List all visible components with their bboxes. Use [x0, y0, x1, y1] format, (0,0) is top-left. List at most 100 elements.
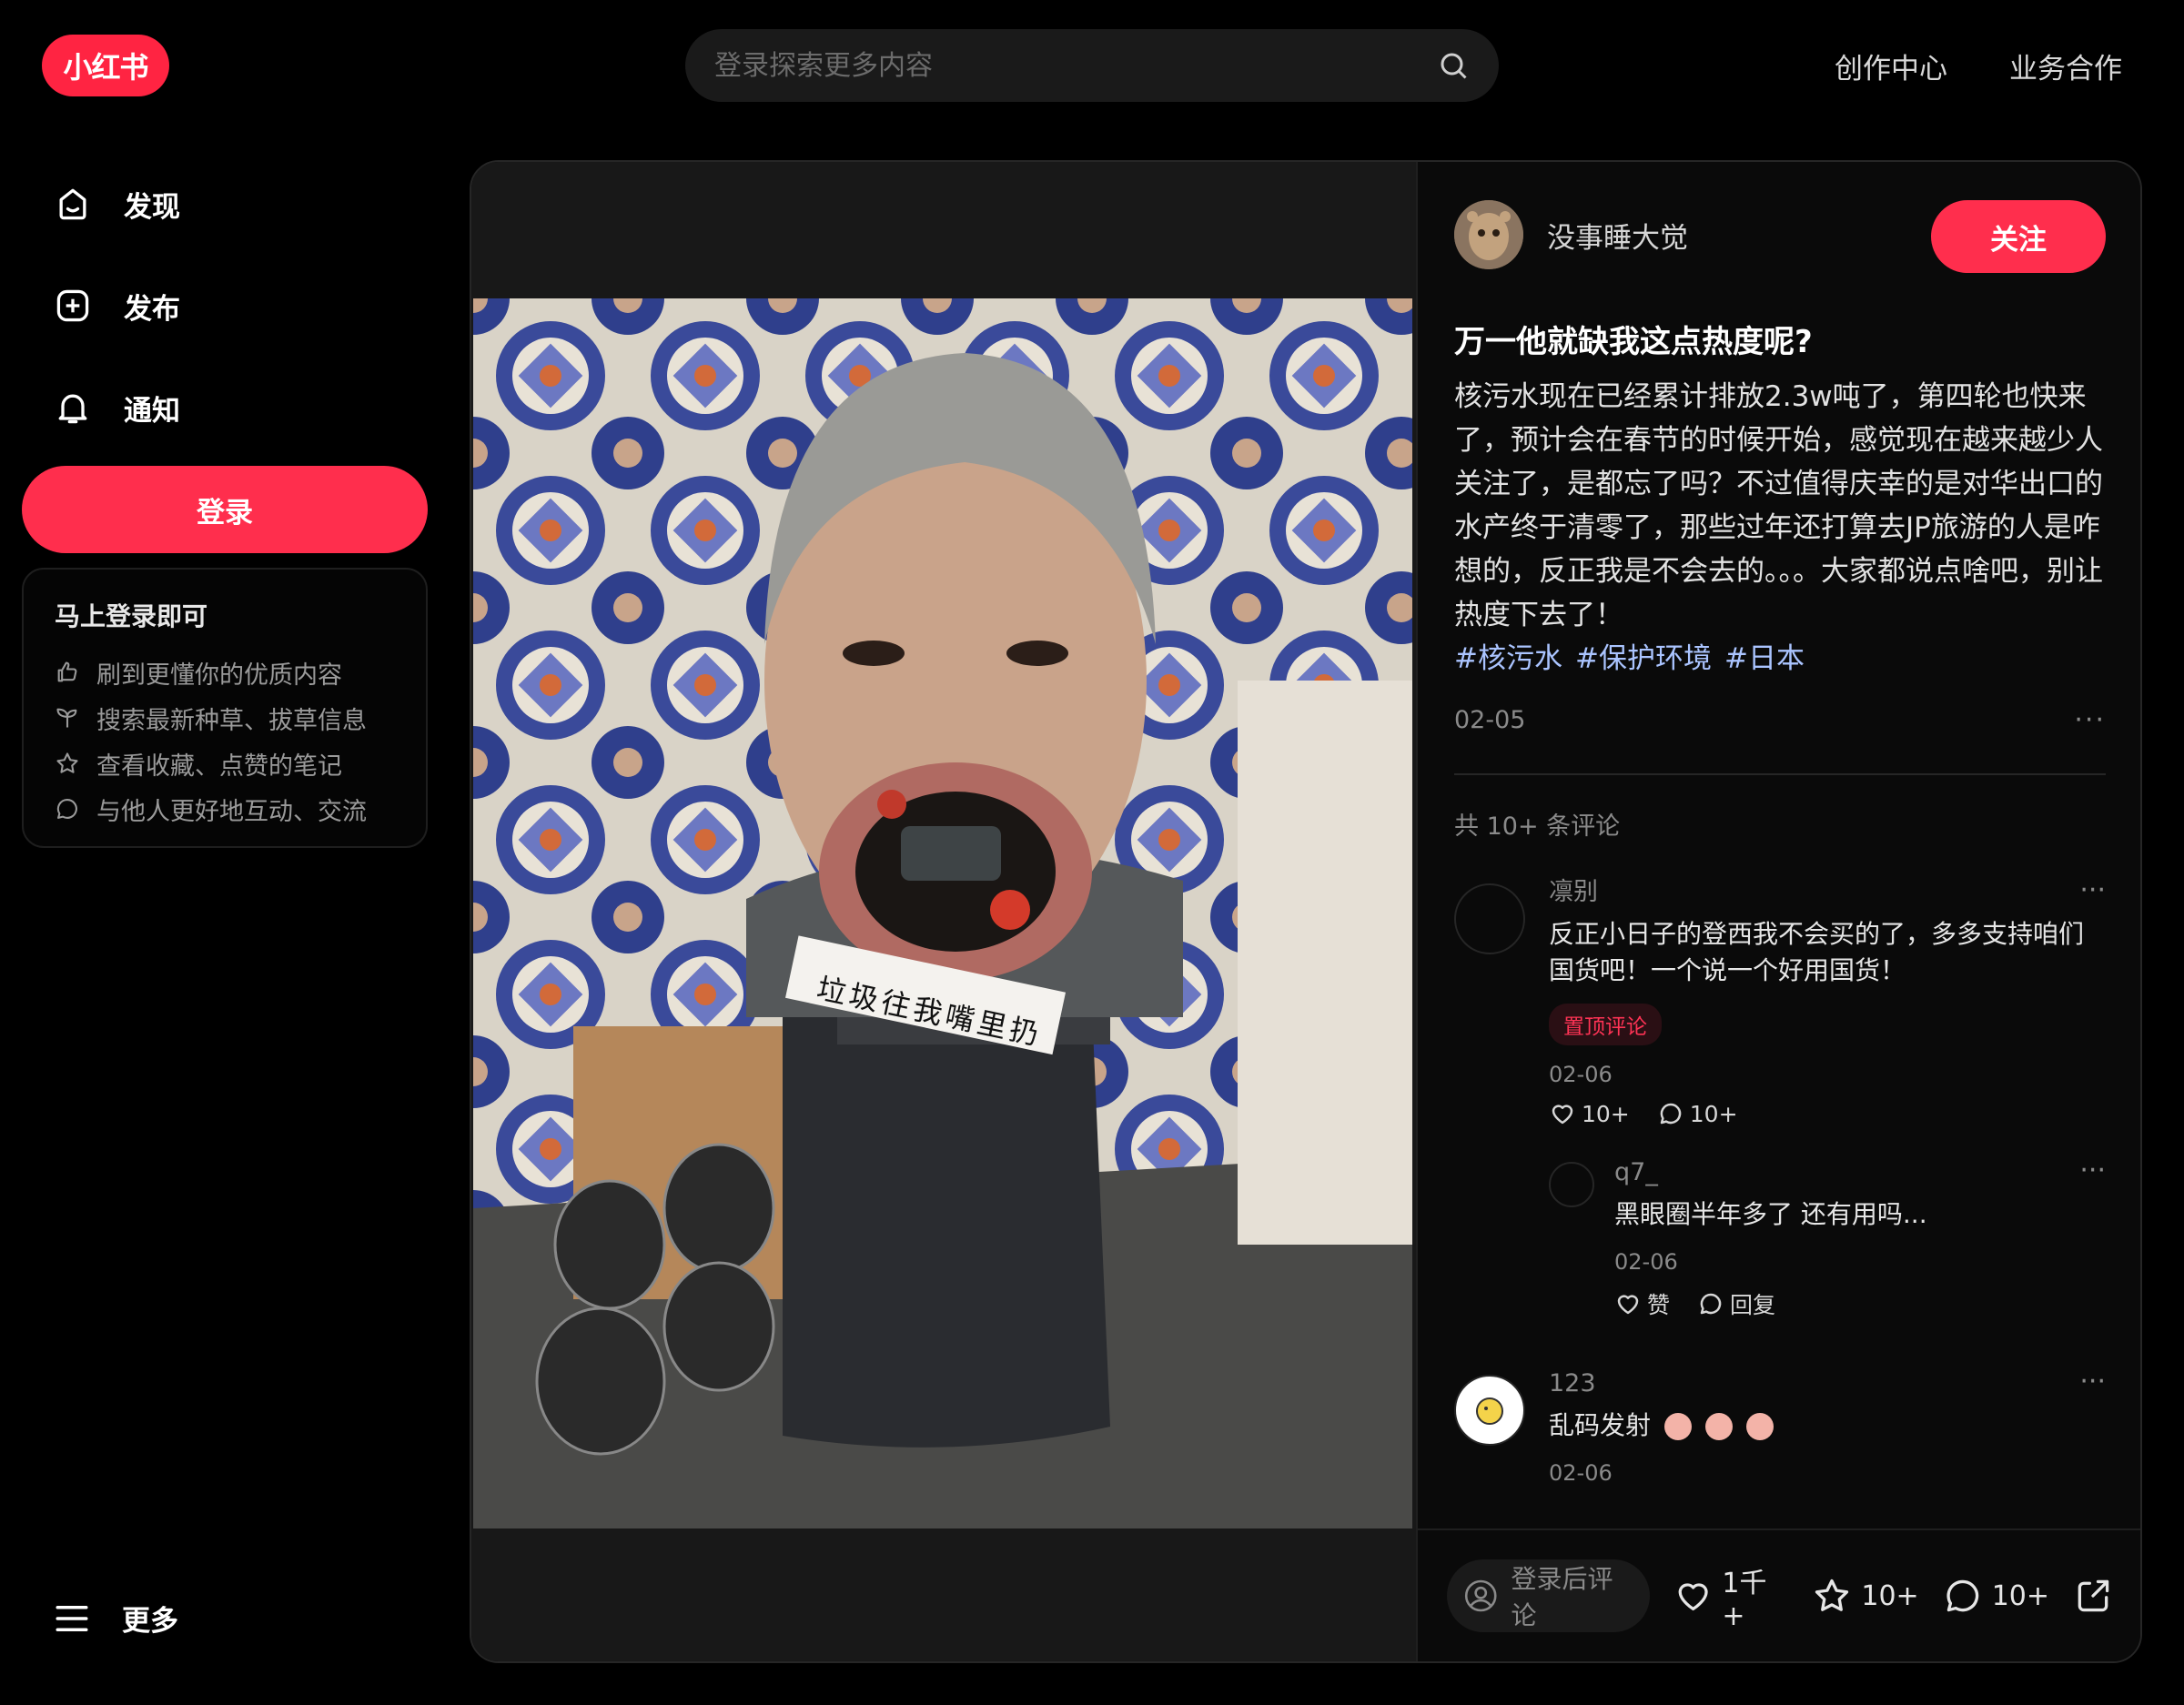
promo-title: 马上登录即可	[55, 601, 208, 631]
chat-bubble-icon	[1946, 1579, 1978, 1612]
reply-date: 02-06	[1614, 1249, 1678, 1275]
note-content-scroll[interactable]: 万一他就缺我这点热度呢? 核污水现在已经累计排放2.3w吨了，第四轮也快来了，预…	[1418, 308, 2140, 1525]
avatar[interactable]	[1549, 1162, 1594, 1207]
user-icon	[1464, 1579, 1497, 1612]
comment-date: 02-06	[1549, 1062, 1613, 1087]
chat-bubble-icon	[1700, 1293, 1722, 1315]
reply-text: 黑眼圈半年多了 还有用吗...	[1614, 1199, 1927, 1229]
more-label: 更多	[122, 1605, 178, 1638]
more-options-icon[interactable]: ···	[2079, 1155, 2106, 1186]
more-options-icon[interactable]: ···	[2079, 1366, 2106, 1397]
note-date: 02-05	[1454, 705, 1526, 734]
note-title: 万一他就缺我这点热度呢?	[1454, 324, 1813, 360]
collect-button[interactable]: 10+	[1812, 1576, 1919, 1616]
reply-item: q7_ ··· 黑眼圈半年多了 还有用吗... 02-06 赞 回复	[1549, 1155, 2106, 1320]
comment-text-body: 乱码发射	[1549, 1410, 1652, 1440]
author-info[interactable]: 没事睡大觉	[1454, 200, 1688, 269]
sidebar-more[interactable]: 更多	[53, 1598, 178, 1639]
plus-square-icon	[56, 289, 89, 322]
promo-item: 与他人更好地互动、交流	[55, 786, 395, 832]
comment-item: 123 ··· 乱码发射 02-06	[1454, 1366, 2106, 1486]
like-button[interactable]: 1千+	[1673, 1560, 1788, 1632]
note-detail-card: 垃圾往我嘴里扔 没事睡大觉 关注 万一他就缺我这点热度呢? 核污水现在已经累计排…	[470, 160, 2142, 1663]
search-bar[interactable]	[685, 29, 1499, 102]
share-icon	[2078, 1579, 2109, 1612]
reply-label: 回复	[1730, 1292, 1776, 1318]
more-options-icon[interactable]: ···	[2079, 874, 2106, 906]
comment-date: 02-06	[1549, 1460, 1613, 1486]
login-promo-card: 马上登录即可 刷到更懂你的优质内容 搜索最新种草、拔草信息 查看收藏、点赞的笔记…	[22, 568, 428, 848]
avatar[interactable]	[1454, 200, 1523, 269]
comment-count-bottom: 10+	[1991, 1579, 2049, 1612]
reply-actions: 赞 回复	[1614, 1287, 2106, 1320]
avatar[interactable]	[1454, 1375, 1525, 1446]
creator-center-link[interactable]: 创作中心	[1835, 45, 1947, 86]
reply-author[interactable]: q7_	[1614, 1155, 2106, 1191]
heart-icon	[1552, 1105, 1573, 1125]
sidebar-item-notifications[interactable]: 通知	[53, 380, 180, 435]
tag-link[interactable]: #保护环境	[1575, 642, 1712, 675]
comment-count: 共 10+ 条评论	[1454, 812, 1621, 841]
note-panel: 没事睡大觉 关注 万一他就缺我这点热度呢? 核污水现在已经累计排放2.3w吨了，…	[1416, 162, 2140, 1661]
star-icon	[56, 752, 78, 773]
like-count: 1千+	[1722, 1567, 1767, 1632]
reply-count: 10+	[1689, 1100, 1738, 1127]
like-label: 赞	[1647, 1292, 1671, 1318]
engagement-bar: 登录后评论 1千+ 10+ 10+	[1418, 1528, 2140, 1661]
note-media: 垃圾往我嘴里扔	[471, 162, 1416, 1661]
search-icon[interactable]	[1437, 49, 1470, 82]
thumbs-up-icon	[57, 661, 77, 682]
sidebar-item-label: 发现	[124, 190, 180, 224]
star-icon	[1815, 1579, 1849, 1611]
reply-button[interactable]: 回复	[1697, 1287, 1775, 1320]
comment-button[interactable]: 10+	[1943, 1576, 2049, 1616]
promo-text: 搜索最新种草、拔草信息	[96, 706, 367, 735]
logo[interactable]: 小红书	[42, 35, 169, 96]
reply-button[interactable]: 10+	[1657, 1100, 1738, 1127]
sidebar-item-label: 通知	[124, 394, 180, 428]
like-count: 10+	[1582, 1100, 1630, 1127]
business-link[interactable]: 业务合作	[2009, 45, 2122, 86]
promo-text: 与他人更好地互动、交流	[96, 797, 367, 826]
promo-item: 查看收藏、点赞的笔记	[55, 741, 395, 786]
promo-text: 查看收藏、点赞的笔记	[96, 752, 342, 781]
note-image[interactable]: 垃圾往我嘴里扔	[473, 298, 1412, 1528]
sidebar-item-label: 发布	[124, 292, 180, 326]
emoji-icon	[1745, 1413, 1774, 1440]
share-button[interactable]	[2073, 1576, 2113, 1616]
search-input[interactable]	[714, 49, 1437, 82]
note-tags: #核污水 #保护环境 #日本	[1454, 637, 2106, 681]
login-button[interactable]: 登录	[22, 466, 428, 553]
chat-bubble-icon	[56, 799, 77, 819]
promo-text: 刷到更懂你的优质内容	[96, 661, 342, 690]
avatar[interactable]	[1454, 883, 1525, 954]
note-description: 核污水现在已经累计排放2.3w吨了，第四轮也快来了，预计会在春节的时候开始，感觉…	[1454, 380, 2103, 631]
divider	[1454, 773, 2106, 775]
note-meta: 02-05 ···	[1454, 699, 2106, 741]
sprout-icon	[56, 708, 77, 728]
emoji-icon	[1704, 1413, 1733, 1440]
like-button[interactable]: 10+	[1549, 1100, 1630, 1127]
comment-input[interactable]: 登录后评论	[1447, 1559, 1651, 1632]
sidebar-item-publish[interactable]: 发布	[53, 278, 180, 333]
comment-item: 凛别 ··· 反正小日子的登西我不会买的了，多多支持咱们国货吧！一个说一个好用国…	[1454, 874, 2106, 1320]
comment-text: 乱码发射	[1549, 1407, 2106, 1444]
sidebar-item-discover[interactable]: 发现	[53, 177, 180, 231]
note-photo	[473, 298, 1412, 1528]
more-options-icon[interactable]: ···	[2074, 704, 2106, 736]
comment-author[interactable]: 123	[1549, 1366, 2106, 1402]
promo-item: 搜索最新种草、拔草信息	[55, 695, 395, 741]
tag-link[interactable]: #核污水	[1454, 642, 1562, 675]
follow-button[interactable]: 关注	[1931, 200, 2106, 273]
like-button[interactable]: 赞	[1614, 1287, 1670, 1320]
pinned-badge: 置顶评论	[1549, 1004, 1662, 1045]
collect-count: 10+	[1861, 1579, 1919, 1612]
comment-author[interactable]: 凛别	[1549, 874, 2106, 911]
tag-link[interactable]: #日本	[1724, 642, 1805, 675]
author-name[interactable]: 没事睡大觉	[1547, 215, 1688, 256]
home-icon	[59, 188, 86, 220]
comment-actions: 10+ 10+	[1549, 1100, 2106, 1127]
bell-icon	[58, 394, 87, 424]
heart-icon	[1617, 1295, 1639, 1315]
chat-bubble-icon	[1660, 1103, 1682, 1125]
